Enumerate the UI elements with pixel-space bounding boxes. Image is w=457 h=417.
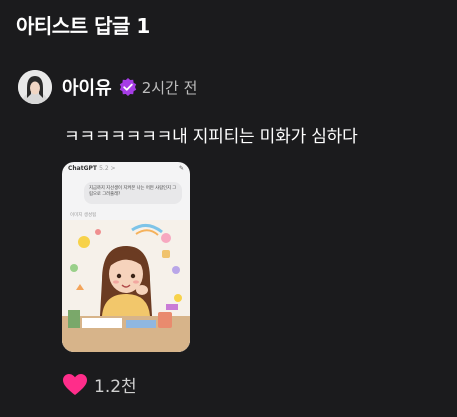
post-text: ㅋㅋㅋㅋㅋㅋㅋ내 지피티는 미화가 심하다 (64, 127, 358, 147)
post-image-attachment[interactable]: ChatGPT 5.2 > ✎ 지금까지 지선생이 지켜본 나는 어떤 사람인지… (62, 162, 190, 352)
author-name[interactable]: 아이유 (62, 74, 112, 100)
reply-screen: 아티스트 답글 1 아이유 2시간 전 ㅋㅋㅋㅋㅋㅋㅋ내 지피티는 미화가 심하… (0, 0, 457, 417)
chat-app-title: ChatGPT 5.2 > (68, 164, 116, 172)
avatar[interactable] (18, 70, 52, 104)
verified-badge-icon (118, 77, 138, 97)
post-header: 아이유 2시간 전 (18, 70, 197, 104)
chat-app-topbar: ChatGPT 5.2 > ✎ (62, 162, 190, 174)
post-timestamp: 2시간 전 (141, 78, 198, 97)
reaction-bar: 1.2천 (62, 372, 137, 397)
generated-illustration (62, 220, 190, 352)
edit-icon: ✎ (178, 164, 184, 172)
chat-prompt-bubble: 지금까지 지선생이 지켜본 나는 어떤 사람인지 그림으로 그려줄래? (84, 182, 182, 204)
heart-icon[interactable] (62, 373, 88, 397)
like-count: 1.2천 (94, 377, 137, 397)
page-title: 아티스트 답글 1 (16, 14, 150, 38)
image-generated-label: 이미지 생성됨 (70, 213, 97, 218)
